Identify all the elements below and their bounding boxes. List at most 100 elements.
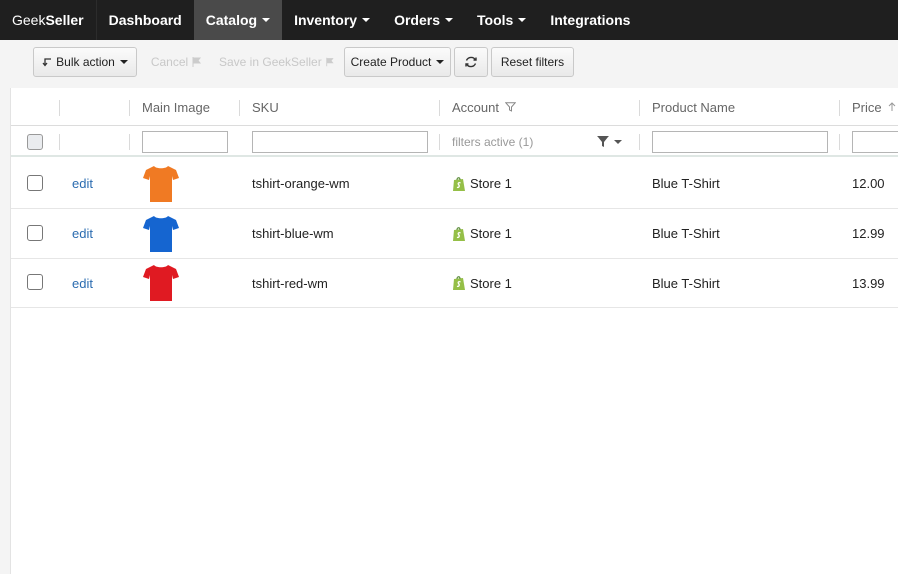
account-cell: Store 1	[452, 159, 512, 208]
price-cell: 13.99	[852, 259, 885, 307]
arrow-up-icon	[888, 102, 895, 111]
nav-tools-label: Tools	[477, 12, 514, 28]
edit-link-label: edit	[72, 275, 93, 291]
row-checkbox[interactable]	[27, 175, 43, 191]
column-separator[interactable]	[839, 100, 840, 116]
sku-text: tshirt-blue-wm	[252, 226, 334, 241]
column-header-main-image[interactable]: Main Image	[142, 88, 210, 126]
column-separator	[439, 134, 440, 150]
flag-icon	[326, 57, 334, 67]
nav-catalog[interactable]: Catalog	[193, 0, 283, 40]
product-name-filter-input[interactable]	[652, 131, 828, 153]
flag-icon	[192, 57, 202, 67]
table-row[interactable]: edit tshirt-blue-wm Store 1 Blue T-Shirt…	[11, 209, 898, 259]
reset-filters-label: Reset filters	[500, 55, 565, 69]
sku-filter-input[interactable]	[252, 131, 428, 153]
account-filter-dropdown[interactable]	[597, 126, 622, 157]
refresh-icon	[465, 56, 477, 68]
column-separator[interactable]	[129, 100, 130, 116]
brand-logo[interactable]: Geek Seller	[0, 0, 97, 40]
tshirt-icon	[143, 165, 179, 202]
product-image	[142, 159, 180, 208]
column-header-product-name[interactable]: Product Name	[652, 88, 735, 126]
sku-cell: tshirt-blue-wm	[252, 209, 334, 258]
column-separator	[639, 134, 640, 150]
account-filter-text: filters active (1)	[452, 134, 534, 149]
bulk-action-button[interactable]: Bulk action	[33, 47, 137, 77]
column-separator[interactable]	[59, 100, 60, 116]
price-cell: 12.99	[852, 209, 885, 258]
brand-text-left: Geek	[12, 12, 46, 28]
column-header-label: Product Name	[652, 99, 736, 115]
account-text: Store 1	[470, 226, 512, 241]
chevron-down-icon	[119, 60, 128, 64]
edit-link-label: edit	[72, 176, 93, 191]
chevron-down-icon	[445, 18, 454, 22]
products-grid: Main Image SKU Account Product Name Pric…	[10, 88, 898, 574]
create-product-label: Create Product	[350, 55, 432, 69]
row-checkbox[interactable]	[27, 274, 43, 290]
column-header-price[interactable]: Price	[852, 88, 896, 126]
price-text: 12.00	[852, 176, 885, 191]
column-separator[interactable]	[439, 100, 440, 116]
edit-link[interactable]: edit	[72, 209, 93, 258]
table-row[interactable]: edit tshirt-red-wm Store 1 Blue T-Shirt …	[11, 259, 898, 308]
account-text: Store 1	[470, 275, 512, 291]
nav-inventory[interactable]: Inventory	[282, 0, 382, 40]
refresh-button[interactable]	[454, 47, 488, 77]
grid-header: Main Image SKU Account Product Name Pric…	[11, 88, 898, 126]
chevron-down-icon	[262, 18, 271, 22]
nav-tools[interactable]: Tools	[465, 0, 538, 40]
column-header-label: Price	[852, 99, 882, 115]
price-text: 13.99	[852, 275, 885, 291]
filter-row: filters active (1)	[11, 126, 898, 157]
product-image	[142, 209, 180, 258]
product-name-text: Blue T-Shirt	[652, 226, 720, 241]
row-checkbox[interactable]	[27, 225, 43, 241]
chevron-down-icon	[362, 18, 371, 22]
column-separator[interactable]	[239, 100, 240, 116]
product-name-text: Blue T-Shirt	[652, 275, 720, 291]
edit-link[interactable]: edit	[72, 159, 93, 208]
account-filter-status[interactable]: filters active (1)	[452, 126, 533, 157]
save-in-geekseller-button[interactable]: Save in GeekSeller	[218, 47, 336, 77]
nav-orders-label: Orders	[394, 12, 441, 28]
product-name-cell: Blue T-Shirt	[652, 259, 720, 307]
select-all-checkbox[interactable]	[27, 134, 43, 150]
tshirt-icon	[143, 215, 179, 252]
save-label: Save in GeekSeller	[219, 55, 322, 69]
main-image-filter-input[interactable]	[142, 131, 228, 153]
nav-dashboard[interactable]: Dashboard	[97, 0, 194, 40]
account-cell: Store 1	[452, 209, 512, 258]
reset-filters-button[interactable]: Reset filters	[491, 47, 574, 77]
nav-dashboard-label: Dashboard	[108, 12, 182, 28]
nav-orders[interactable]: Orders	[382, 0, 465, 40]
price-filter-input[interactable]	[852, 131, 898, 153]
funnel-icon	[597, 135, 609, 147]
sku-text: tshirt-red-wm	[252, 275, 328, 291]
column-header-account[interactable]: Account	[452, 88, 516, 126]
column-separator	[129, 134, 130, 150]
sku-text: tshirt-orange-wm	[252, 176, 350, 191]
shopify-bag-icon	[453, 176, 465, 191]
sku-cell: tshirt-orange-wm	[252, 159, 350, 208]
product-name-text: Blue T-Shirt	[652, 176, 720, 191]
nav-catalog-label: Catalog	[205, 12, 258, 28]
column-separator[interactable]	[639, 100, 640, 116]
toolbar: Bulk action Cancel Save in GeekSeller Cr…	[0, 40, 898, 88]
column-header-sku[interactable]: SKU	[252, 88, 279, 126]
account-cell: Store 1	[452, 259, 512, 307]
edit-link[interactable]: edit	[72, 259, 93, 307]
create-product-button[interactable]: Create Product	[344, 47, 451, 77]
account-text: Store 1	[470, 176, 512, 191]
cancel-button[interactable]: Cancel	[146, 47, 208, 77]
nav-integrations[interactable]: Integrations	[538, 0, 642, 40]
product-name-cell: Blue T-Shirt	[652, 209, 720, 258]
column-header-label: Account	[452, 99, 499, 115]
column-separator	[839, 134, 840, 150]
table-row[interactable]: edit tshirt-orange-wm Store 1 Blue T-Shi…	[11, 159, 898, 209]
column-header-label: Main Image	[142, 99, 210, 115]
funnel-icon[interactable]	[504, 102, 516, 112]
tshirt-icon	[143, 265, 179, 301]
price-cell: 12.00	[852, 159, 885, 208]
